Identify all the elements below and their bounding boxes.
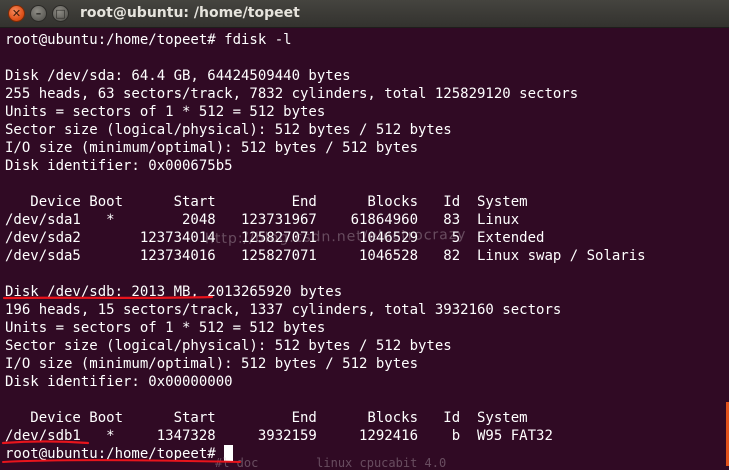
- terminal-output[interactable]: root@ubuntu:/home/topeet# fdisk -l Disk …: [5, 31, 723, 466]
- sda-geometry: 255 heads, 63 sectors/track, 7832 cylind…: [5, 86, 579, 102]
- sdb-geometry: 196 heads, 15 sectors/track, 1337 cylind…: [5, 302, 562, 318]
- sda-sector-size: Sector size (logical/physical): 512 byte…: [5, 122, 452, 138]
- background-window-text: #l doc linux cpucabit 4.0: [215, 456, 447, 470]
- sdb-disk-identifier: Disk identifier: 0x00000000: [5, 374, 233, 390]
- sda-partition-table-header: Device Boot Start End Blocks Id System: [5, 194, 528, 210]
- sda-disk-summary: Disk /dev/sda: 64.4 GB, 64424509440 byte…: [5, 68, 351, 84]
- close-window-button[interactable]: ✕: [8, 5, 25, 22]
- sda-io-size: I/O size (minimum/optimal): 512 bytes / …: [5, 140, 419, 156]
- minimize-window-button[interactable]: –: [30, 5, 47, 22]
- partition-row-sda1: /dev/sda1 * 2048 123731967 61864960 83 L…: [5, 212, 520, 228]
- sda-units: Units = sectors of 1 * 512 = 512 bytes: [5, 104, 326, 120]
- partition-row-sda5: /dev/sda5 123734016 125827071 1046528 82…: [5, 248, 646, 264]
- sdb-io-size: I/O size (minimum/optimal): 512 bytes / …: [5, 356, 419, 372]
- window-titlebar[interactable]: ✕ – □ root@ubuntu: /home/topeet: [0, 0, 729, 28]
- shell-prompt: root@ubuntu:/home/topeet#: [5, 446, 225, 462]
- sdb-units: Units = sectors of 1 * 512 = 512 bytes: [5, 320, 326, 336]
- sdb-sector-size: Sector size (logical/physical): 512 byte…: [5, 338, 452, 354]
- sdb-disk-summary: Disk /dev/sdb: 2013 MB, 2013265920 bytes: [5, 284, 343, 300]
- sdb-partition-table-header: Device Boot Start End Blocks Id System: [5, 410, 528, 426]
- sda-disk-identifier: Disk identifier: 0x000675b5: [5, 158, 233, 174]
- maximize-icon: □: [55, 7, 66, 20]
- minimize-icon: –: [35, 7, 42, 20]
- close-icon: ✕: [11, 7, 22, 20]
- partition-row-sdb1: /dev/sdb1 * 1347328 3932159 1292416 b W9…: [5, 428, 553, 444]
- window-title: root@ubuntu: /home/topeet: [80, 5, 300, 21]
- command-line: root@ubuntu:/home/topeet# fdisk -l: [5, 32, 292, 48]
- maximize-window-button[interactable]: □: [52, 5, 69, 22]
